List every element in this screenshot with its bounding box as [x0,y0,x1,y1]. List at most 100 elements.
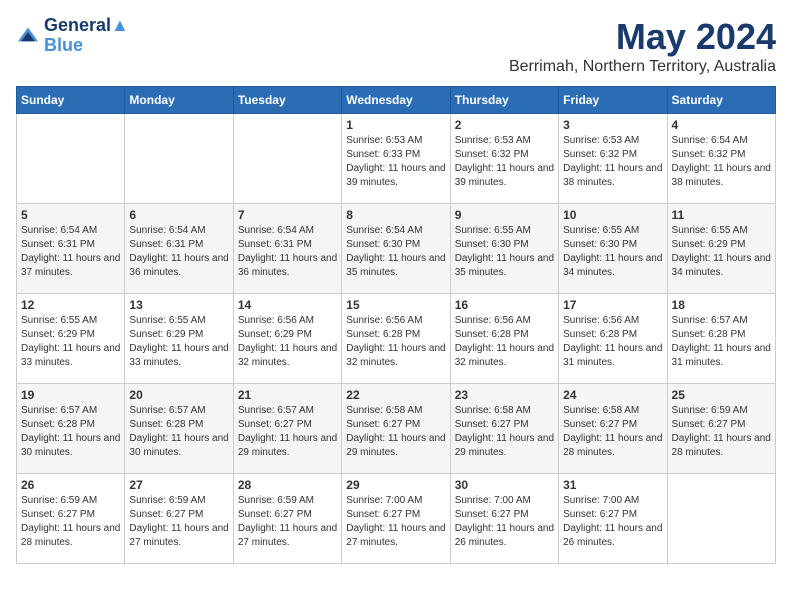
calendar-cell: 28 Sunrise: 6:59 AMSunset: 6:27 PMDaylig… [233,474,341,564]
calendar-cell: 19 Sunrise: 6:57 AMSunset: 6:28 PMDaylig… [17,384,125,474]
day-info: Sunrise: 6:55 AMSunset: 6:29 PMDaylight:… [672,225,771,278]
main-title: May 2024 [509,16,776,58]
day-number: 4 [672,118,771,132]
header-wednesday: Wednesday [342,87,450,114]
calendar-cell: 29 Sunrise: 7:00 AMSunset: 6:27 PMDaylig… [342,474,450,564]
calendar-cell: 3 Sunrise: 6:53 AMSunset: 6:32 PMDayligh… [559,114,667,204]
day-info: Sunrise: 6:55 AMSunset: 6:29 PMDaylight:… [21,315,120,368]
day-number: 27 [129,478,228,492]
header-monday: Monday [125,87,233,114]
day-info: Sunrise: 6:59 AMSunset: 6:27 PMDaylight:… [238,495,337,548]
calendar-cell: 22 Sunrise: 6:58 AMSunset: 6:27 PMDaylig… [342,384,450,474]
page-header: General▲ Blue May 2024 Berrimah, Norther… [16,16,776,76]
calendar-cell [667,474,775,564]
day-info: Sunrise: 7:00 AMSunset: 6:27 PMDaylight:… [455,495,554,548]
logo-icon [16,26,40,46]
week-row-2: 5 Sunrise: 6:54 AMSunset: 6:31 PMDayligh… [17,204,776,294]
day-number: 23 [455,388,554,402]
calendar-cell: 12 Sunrise: 6:55 AMSunset: 6:29 PMDaylig… [17,294,125,384]
day-info: Sunrise: 7:00 AMSunset: 6:27 PMDaylight:… [346,495,445,548]
day-info: Sunrise: 6:56 AMSunset: 6:28 PMDaylight:… [563,315,662,368]
day-info: Sunrise: 6:53 AMSunset: 6:33 PMDaylight:… [346,135,445,188]
calendar-cell: 2 Sunrise: 6:53 AMSunset: 6:32 PMDayligh… [450,114,558,204]
day-info: Sunrise: 6:57 AMSunset: 6:28 PMDaylight:… [21,405,120,458]
day-info: Sunrise: 6:59 AMSunset: 6:27 PMDaylight:… [672,405,771,458]
day-number: 13 [129,298,228,312]
header-sunday: Sunday [17,87,125,114]
day-number: 28 [238,478,337,492]
day-info: Sunrise: 6:58 AMSunset: 6:27 PMDaylight:… [455,405,554,458]
day-number: 2 [455,118,554,132]
calendar-cell: 10 Sunrise: 6:55 AMSunset: 6:30 PMDaylig… [559,204,667,294]
title-block: May 2024 Berrimah, Northern Territory, A… [509,16,776,76]
day-info: Sunrise: 6:55 AMSunset: 6:30 PMDaylight:… [455,225,554,278]
calendar-cell: 21 Sunrise: 6:57 AMSunset: 6:27 PMDaylig… [233,384,341,474]
logo: General▲ Blue [16,16,129,56]
day-number: 12 [21,298,120,312]
day-number: 30 [455,478,554,492]
day-info: Sunrise: 6:56 AMSunset: 6:28 PMDaylight:… [346,315,445,368]
day-info: Sunrise: 6:55 AMSunset: 6:29 PMDaylight:… [129,315,228,368]
day-number: 16 [455,298,554,312]
day-number: 20 [129,388,228,402]
day-info: Sunrise: 6:54 AMSunset: 6:31 PMDaylight:… [21,225,120,278]
header-tuesday: Tuesday [233,87,341,114]
day-info: Sunrise: 6:53 AMSunset: 6:32 PMDaylight:… [455,135,554,188]
day-info: Sunrise: 6:57 AMSunset: 6:27 PMDaylight:… [238,405,337,458]
day-info: Sunrise: 6:54 AMSunset: 6:30 PMDaylight:… [346,225,445,278]
day-number: 17 [563,298,662,312]
week-row-3: 12 Sunrise: 6:55 AMSunset: 6:29 PMDaylig… [17,294,776,384]
day-info: Sunrise: 6:59 AMSunset: 6:27 PMDaylight:… [129,495,228,548]
header-thursday: Thursday [450,87,558,114]
calendar-cell: 24 Sunrise: 6:58 AMSunset: 6:27 PMDaylig… [559,384,667,474]
day-info: Sunrise: 6:59 AMSunset: 6:27 PMDaylight:… [21,495,120,548]
day-number: 3 [563,118,662,132]
day-number: 9 [455,208,554,222]
calendar-cell: 25 Sunrise: 6:59 AMSunset: 6:27 PMDaylig… [667,384,775,474]
day-number: 15 [346,298,445,312]
day-info: Sunrise: 6:54 AMSunset: 6:31 PMDaylight:… [129,225,228,278]
day-number: 22 [346,388,445,402]
calendar-cell: 27 Sunrise: 6:59 AMSunset: 6:27 PMDaylig… [125,474,233,564]
calendar-cell: 4 Sunrise: 6:54 AMSunset: 6:32 PMDayligh… [667,114,775,204]
calendar-table: SundayMondayTuesdayWednesdayThursdayFrid… [16,86,776,564]
day-info: Sunrise: 6:58 AMSunset: 6:27 PMDaylight:… [346,405,445,458]
day-number: 18 [672,298,771,312]
day-number: 6 [129,208,228,222]
calendar-cell: 14 Sunrise: 6:56 AMSunset: 6:29 PMDaylig… [233,294,341,384]
calendar-cell: 15 Sunrise: 6:56 AMSunset: 6:28 PMDaylig… [342,294,450,384]
calendar-cell: 26 Sunrise: 6:59 AMSunset: 6:27 PMDaylig… [17,474,125,564]
day-number: 31 [563,478,662,492]
day-number: 1 [346,118,445,132]
calendar-cell: 23 Sunrise: 6:58 AMSunset: 6:27 PMDaylig… [450,384,558,474]
calendar-cell: 18 Sunrise: 6:57 AMSunset: 6:28 PMDaylig… [667,294,775,384]
day-number: 8 [346,208,445,222]
day-info: Sunrise: 6:58 AMSunset: 6:27 PMDaylight:… [563,405,662,458]
week-row-5: 26 Sunrise: 6:59 AMSunset: 6:27 PMDaylig… [17,474,776,564]
header-saturday: Saturday [667,87,775,114]
calendar-cell: 31 Sunrise: 7:00 AMSunset: 6:27 PMDaylig… [559,474,667,564]
day-number: 29 [346,478,445,492]
calendar-header-row: SundayMondayTuesdayWednesdayThursdayFrid… [17,87,776,114]
day-info: Sunrise: 6:53 AMSunset: 6:32 PMDaylight:… [563,135,662,188]
header-friday: Friday [559,87,667,114]
day-number: 24 [563,388,662,402]
calendar-cell [125,114,233,204]
calendar-cell: 13 Sunrise: 6:55 AMSunset: 6:29 PMDaylig… [125,294,233,384]
day-number: 26 [21,478,120,492]
day-info: Sunrise: 6:56 AMSunset: 6:28 PMDaylight:… [455,315,554,368]
day-info: Sunrise: 6:55 AMSunset: 6:30 PMDaylight:… [563,225,662,278]
day-number: 25 [672,388,771,402]
week-row-4: 19 Sunrise: 6:57 AMSunset: 6:28 PMDaylig… [17,384,776,474]
week-row-1: 1 Sunrise: 6:53 AMSunset: 6:33 PMDayligh… [17,114,776,204]
calendar-cell: 5 Sunrise: 6:54 AMSunset: 6:31 PMDayligh… [17,204,125,294]
calendar-cell: 6 Sunrise: 6:54 AMSunset: 6:31 PMDayligh… [125,204,233,294]
day-number: 21 [238,388,337,402]
calendar-cell: 8 Sunrise: 6:54 AMSunset: 6:30 PMDayligh… [342,204,450,294]
calendar-cell: 1 Sunrise: 6:53 AMSunset: 6:33 PMDayligh… [342,114,450,204]
day-info: Sunrise: 6:54 AMSunset: 6:32 PMDaylight:… [672,135,771,188]
calendar-cell [233,114,341,204]
calendar-cell: 9 Sunrise: 6:55 AMSunset: 6:30 PMDayligh… [450,204,558,294]
calendar-cell: 7 Sunrise: 6:54 AMSunset: 6:31 PMDayligh… [233,204,341,294]
day-info: Sunrise: 6:57 AMSunset: 6:28 PMDaylight:… [672,315,771,368]
